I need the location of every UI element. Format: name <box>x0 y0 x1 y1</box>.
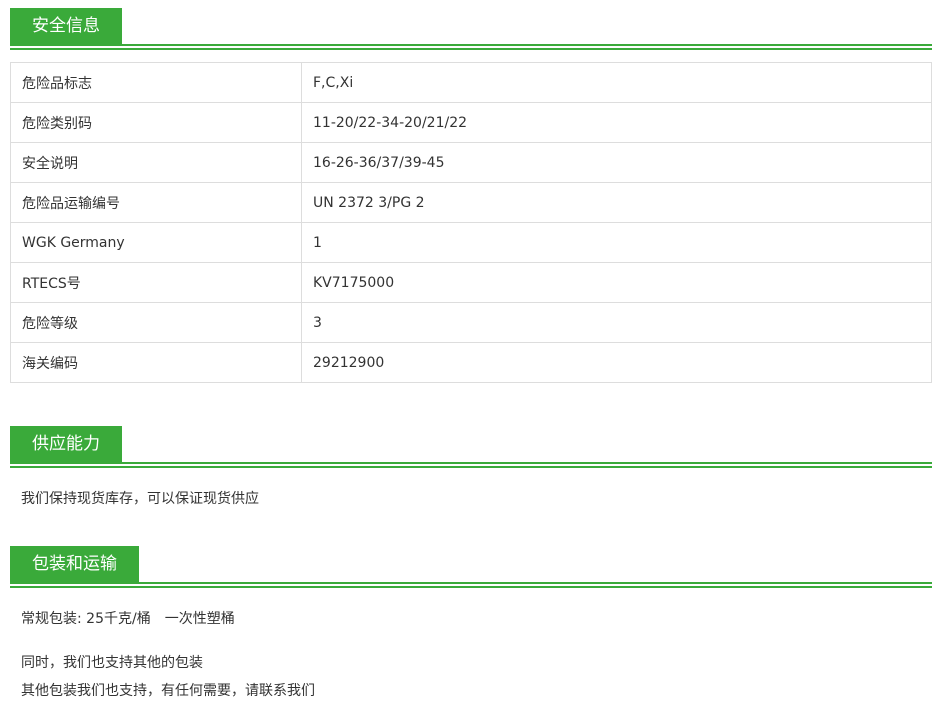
row-label: 危险品运输编号 <box>10 182 302 223</box>
row-value: KV7175000 <box>301 262 932 303</box>
row-value: F,C,Xi <box>301 62 932 103</box>
row-label: 危险等级 <box>10 302 302 343</box>
table-row: 危险品运输编号 UN 2372 3/PG 2 <box>10 182 932 223</box>
divider <box>10 582 932 584</box>
packaging-other-text: 同时，我们也支持其他的包装 <box>21 655 203 671</box>
row-value: 16-26-36/37/39-45 <box>301 142 932 183</box>
safety-section-header: 安全信息 <box>10 8 932 50</box>
packaging-standard-text: 常规包装: 25千克/桶 一次性塑桶 <box>21 611 235 627</box>
row-value: 29212900 <box>301 342 932 383</box>
safety-info-table: 危险品标志 F,C,Xi 危险类别码 11-20/22-34-20/21/22 … <box>10 62 932 383</box>
row-label: RTECS号 <box>10 262 302 303</box>
packaging-heading: 包装和运输 <box>10 546 139 582</box>
row-value: UN 2372 3/PG 2 <box>301 182 932 223</box>
row-label: 危险类别码 <box>10 102 302 143</box>
table-row: 危险等级 3 <box>10 302 932 343</box>
packaging-section-header: 包装和运输 <box>10 546 932 588</box>
table-row: WGK Germany 1 <box>10 222 932 263</box>
divider <box>10 44 932 46</box>
row-value: 3 <box>301 302 932 343</box>
divider <box>10 466 932 468</box>
row-value: 1 <box>301 222 932 263</box>
table-row: 危险类别码 11-20/22-34-20/21/22 <box>10 102 932 143</box>
table-row: 危险品标志 F,C,Xi <box>10 62 932 103</box>
divider <box>10 48 932 50</box>
supply-text: 我们保持现货库存，可以保证现货供应 <box>21 491 259 507</box>
row-label: 安全说明 <box>10 142 302 183</box>
divider <box>10 586 932 588</box>
row-value: 11-20/22-34-20/21/22 <box>301 102 932 143</box>
row-label: 海关编码 <box>10 342 302 383</box>
table-row: 安全说明 16-26-36/37/39-45 <box>10 142 932 183</box>
safety-heading: 安全信息 <box>10 8 122 44</box>
supply-heading: 供应能力 <box>10 426 122 462</box>
supply-section-header: 供应能力 <box>10 426 932 468</box>
divider <box>10 462 932 464</box>
row-label: 危险品标志 <box>10 62 302 103</box>
packaging-contact-text: 其他包装我们也支持，有任何需要，请联系我们 <box>21 683 315 699</box>
row-label: WGK Germany <box>10 222 302 263</box>
table-row: RTECS号 KV7175000 <box>10 262 932 303</box>
table-row: 海关编码 29212900 <box>10 342 932 383</box>
